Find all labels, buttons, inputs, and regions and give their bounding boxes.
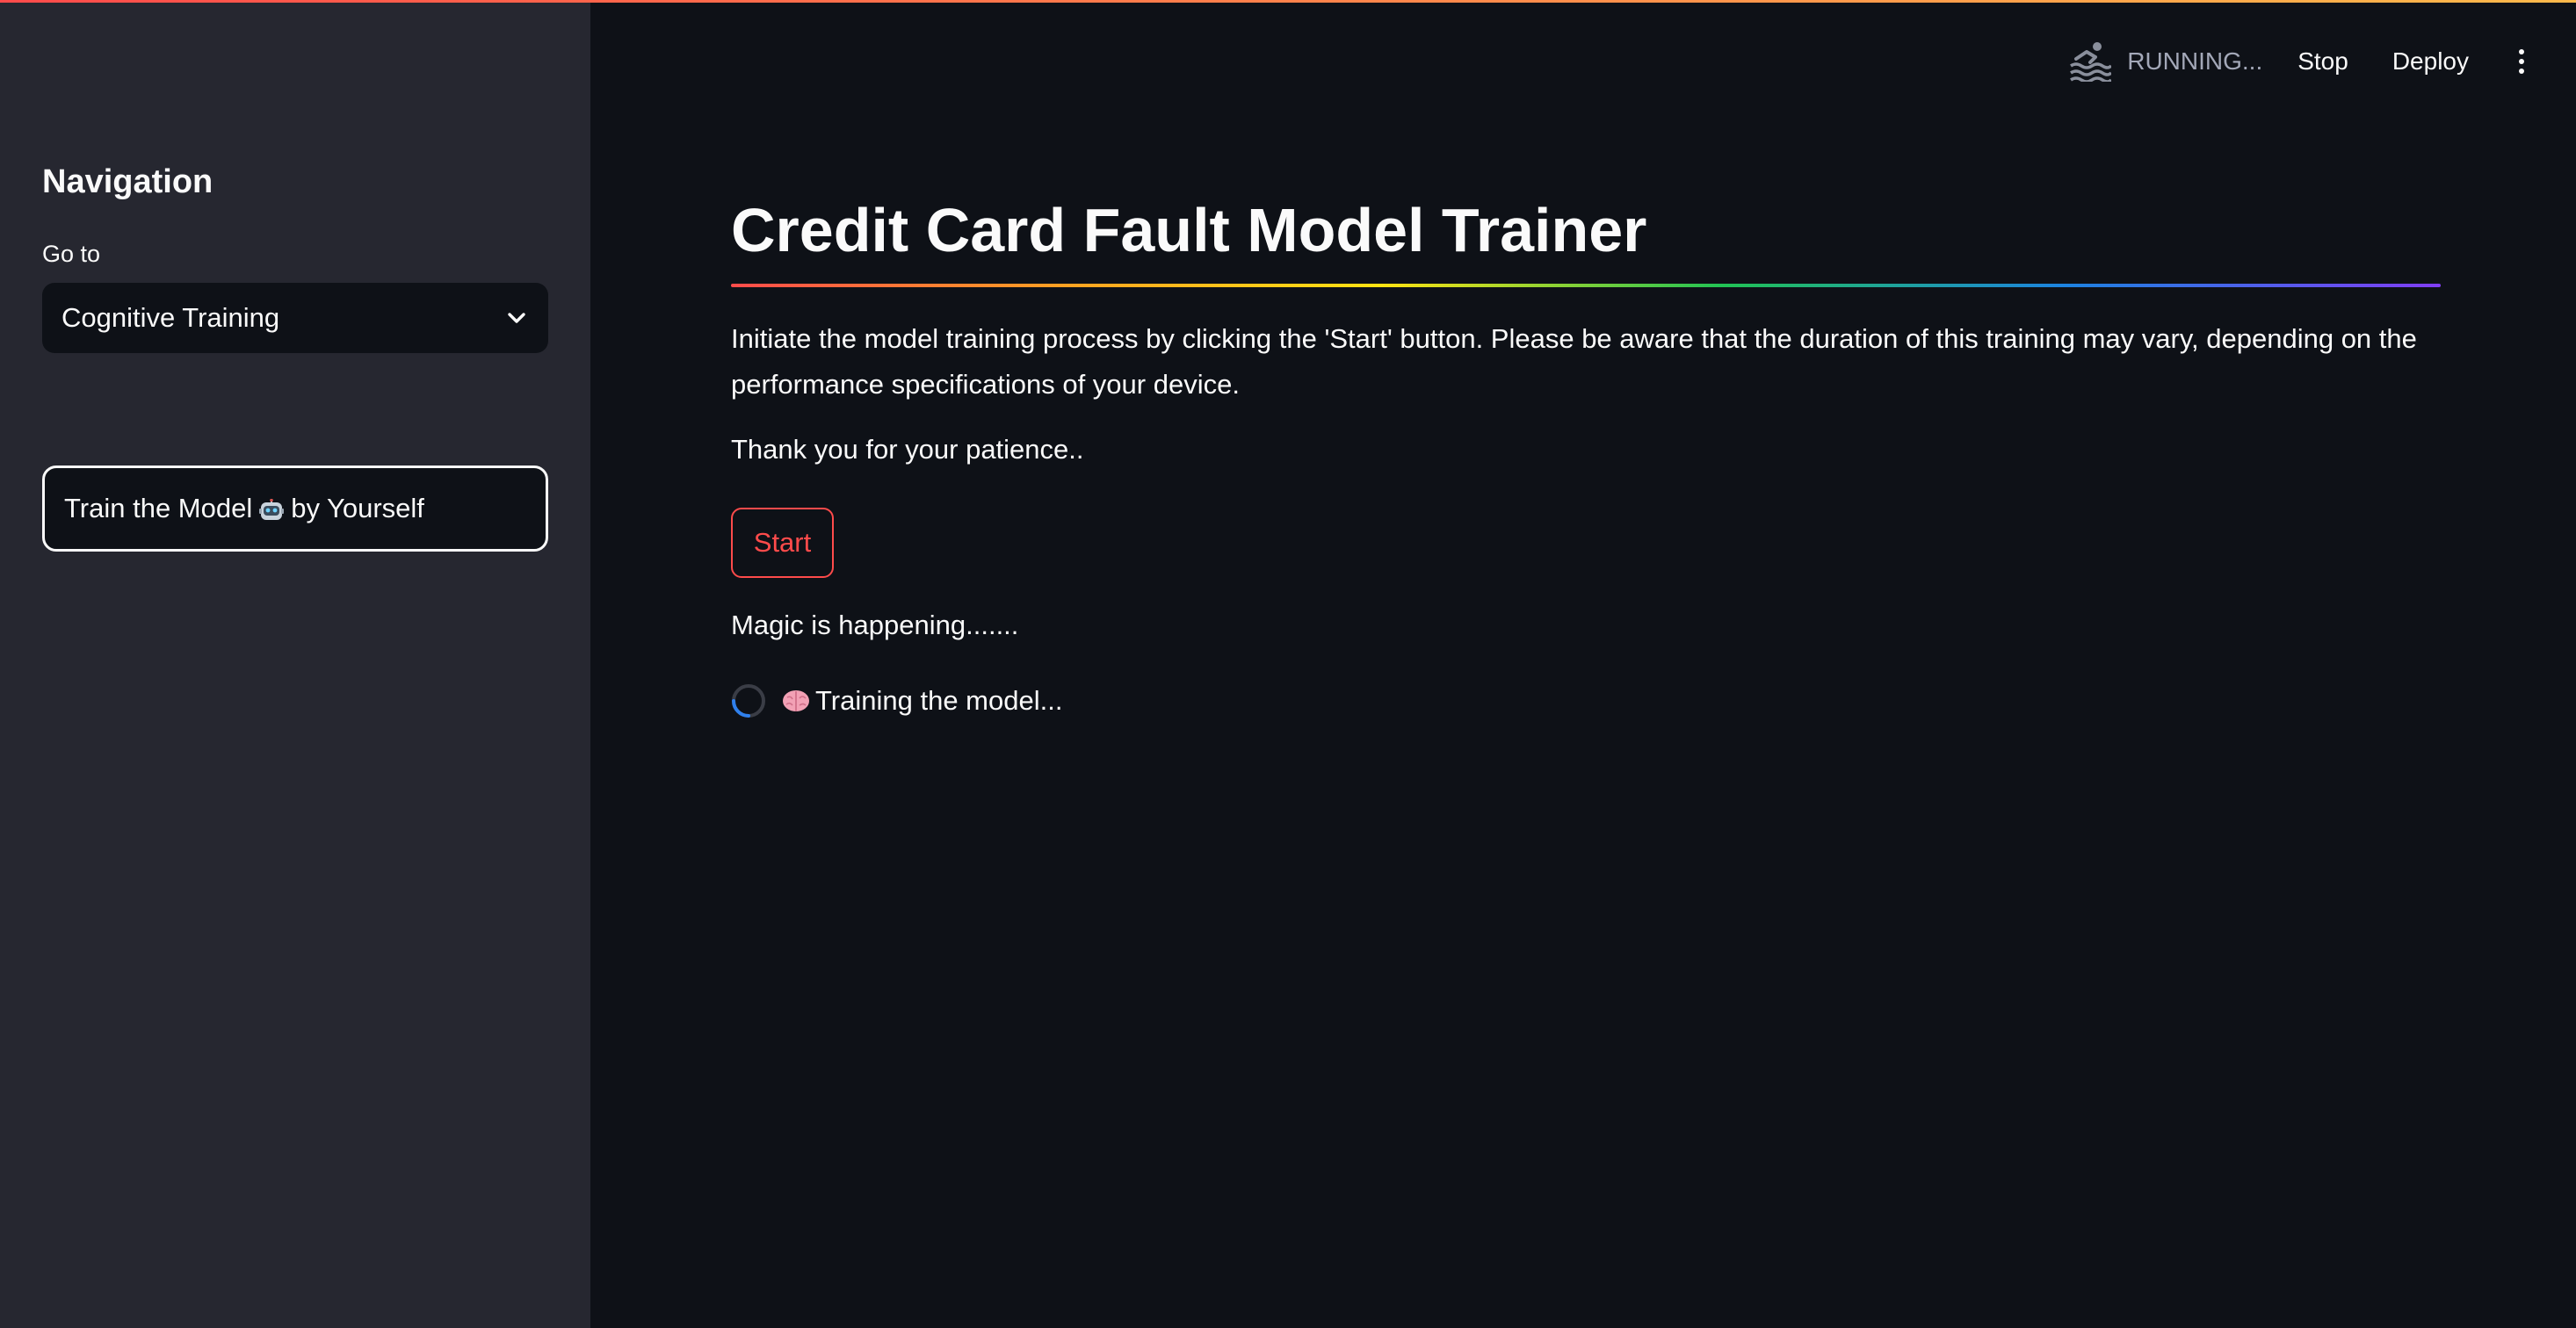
brain-icon [782,688,810,714]
training-spinner: Training the model... [731,680,1062,722]
train-button-label-prefix: Train the Model [64,493,253,523]
main-content: Credit Card Fault Model Trainer Initiate… [731,0,2442,1328]
sidebar-title: Navigation [42,163,213,200]
title-divider [731,284,2441,287]
train-button-label-suffix: by Yourself [291,493,424,523]
top-decoration-bar [0,0,2576,3]
start-button[interactable]: Start [731,508,834,578]
robot-icon [259,497,285,520]
spinner-text: Training the model... [815,685,1063,716]
select-label: Go to [42,241,101,267]
loading-spinner-icon [731,683,766,718]
select-value: Cognitive Training [62,302,280,333]
page-title: Credit Card Fault Model Trainer [731,196,1647,264]
magic-text: Magic is happening....... [731,610,1019,640]
chevron-down-icon [504,306,529,330]
thanks-text: Thank you for your patience.. [731,434,1084,465]
sidebar: Navigation Go to Cognitive Training Trai… [0,0,590,1328]
train-model-button[interactable]: Train the Model by Yourself [42,466,548,552]
description-text: Initiate the model training process by c… [731,323,2417,400]
kebab-menu-icon[interactable] [2513,44,2530,79]
navigation-select[interactable]: Cognitive Training [42,283,548,353]
app-root: Navigation Go to Cognitive Training Trai… [0,0,2576,1328]
